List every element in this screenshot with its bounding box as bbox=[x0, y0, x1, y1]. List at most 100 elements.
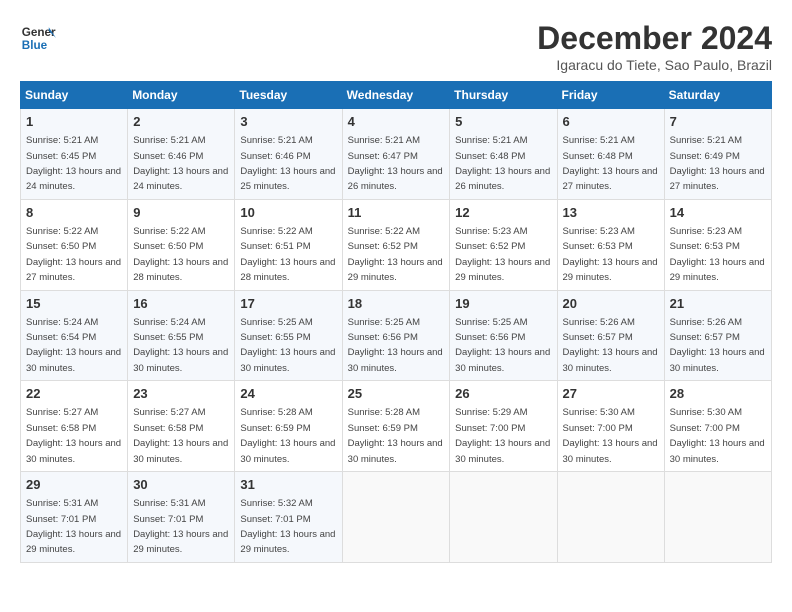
day-number: 14 bbox=[670, 204, 766, 222]
day-number: 7 bbox=[670, 113, 766, 131]
day-number: 31 bbox=[240, 476, 336, 494]
day-info: Sunrise: 5:30 AMSunset: 7:00 PMDaylight:… bbox=[670, 407, 765, 464]
day-info: Sunrise: 5:31 AMSunset: 7:01 PMDaylight:… bbox=[26, 498, 121, 555]
day-number: 1 bbox=[26, 113, 122, 131]
day-cell: 31 Sunrise: 5:32 AMSunset: 7:01 PMDaylig… bbox=[235, 472, 342, 563]
day-info: Sunrise: 5:28 AMSunset: 6:59 PMDaylight:… bbox=[348, 407, 443, 464]
day-cell bbox=[664, 472, 771, 563]
day-number: 4 bbox=[348, 113, 445, 131]
day-number: 18 bbox=[348, 295, 445, 313]
day-cell: 8 Sunrise: 5:22 AMSunset: 6:50 PMDayligh… bbox=[21, 199, 128, 290]
day-info: Sunrise: 5:21 AMSunset: 6:48 PMDaylight:… bbox=[563, 135, 658, 192]
header-monday: Monday bbox=[128, 82, 235, 109]
days-header-row: SundayMondayTuesdayWednesdayThursdayFrid… bbox=[21, 82, 772, 109]
day-number: 6 bbox=[563, 113, 659, 131]
day-info: Sunrise: 5:21 AMSunset: 6:47 PMDaylight:… bbox=[348, 135, 443, 192]
day-number: 5 bbox=[455, 113, 551, 131]
day-cell bbox=[450, 472, 557, 563]
header-thursday: Thursday bbox=[450, 82, 557, 109]
day-number: 17 bbox=[240, 295, 336, 313]
title-area: December 2024 Igaracu do Tiete, Sao Paul… bbox=[537, 20, 772, 73]
day-info: Sunrise: 5:23 AMSunset: 6:52 PMDaylight:… bbox=[455, 226, 550, 283]
day-cell: 3 Sunrise: 5:21 AMSunset: 6:46 PMDayligh… bbox=[235, 109, 342, 200]
day-cell: 26 Sunrise: 5:29 AMSunset: 7:00 PMDaylig… bbox=[450, 381, 557, 472]
day-info: Sunrise: 5:24 AMSunset: 6:54 PMDaylight:… bbox=[26, 317, 121, 374]
day-cell: 9 Sunrise: 5:22 AMSunset: 6:50 PMDayligh… bbox=[128, 199, 235, 290]
day-number: 9 bbox=[133, 204, 229, 222]
day-number: 10 bbox=[240, 204, 336, 222]
day-number: 27 bbox=[563, 385, 659, 403]
day-info: Sunrise: 5:27 AMSunset: 6:58 PMDaylight:… bbox=[133, 407, 228, 464]
day-cell: 15 Sunrise: 5:24 AMSunset: 6:54 PMDaylig… bbox=[21, 290, 128, 381]
day-cell: 25 Sunrise: 5:28 AMSunset: 6:59 PMDaylig… bbox=[342, 381, 450, 472]
day-info: Sunrise: 5:32 AMSunset: 7:01 PMDaylight:… bbox=[240, 498, 335, 555]
day-cell: 4 Sunrise: 5:21 AMSunset: 6:47 PMDayligh… bbox=[342, 109, 450, 200]
day-number: 3 bbox=[240, 113, 336, 131]
day-cell bbox=[342, 472, 450, 563]
day-info: Sunrise: 5:22 AMSunset: 6:52 PMDaylight:… bbox=[348, 226, 443, 283]
day-cell: 2 Sunrise: 5:21 AMSunset: 6:46 PMDayligh… bbox=[128, 109, 235, 200]
day-number: 19 bbox=[455, 295, 551, 313]
day-cell: 12 Sunrise: 5:23 AMSunset: 6:52 PMDaylig… bbox=[450, 199, 557, 290]
day-number: 20 bbox=[563, 295, 659, 313]
day-info: Sunrise: 5:23 AMSunset: 6:53 PMDaylight:… bbox=[670, 226, 765, 283]
day-cell: 20 Sunrise: 5:26 AMSunset: 6:57 PMDaylig… bbox=[557, 290, 664, 381]
day-info: Sunrise: 5:30 AMSunset: 7:00 PMDaylight:… bbox=[563, 407, 658, 464]
header-saturday: Saturday bbox=[664, 82, 771, 109]
day-info: Sunrise: 5:26 AMSunset: 6:57 PMDaylight:… bbox=[563, 317, 658, 374]
day-number: 24 bbox=[240, 385, 336, 403]
page-header: General Blue December 2024 Igaracu do Ti… bbox=[20, 20, 772, 73]
day-cell: 18 Sunrise: 5:25 AMSunset: 6:56 PMDaylig… bbox=[342, 290, 450, 381]
logo-icon: General Blue bbox=[20, 20, 56, 56]
day-cell: 7 Sunrise: 5:21 AMSunset: 6:49 PMDayligh… bbox=[664, 109, 771, 200]
day-info: Sunrise: 5:22 AMSunset: 6:50 PMDaylight:… bbox=[133, 226, 228, 283]
day-cell: 22 Sunrise: 5:27 AMSunset: 6:58 PMDaylig… bbox=[21, 381, 128, 472]
svg-text:Blue: Blue bbox=[22, 39, 48, 52]
day-info: Sunrise: 5:25 AMSunset: 6:55 PMDaylight:… bbox=[240, 317, 335, 374]
week-row-3: 15 Sunrise: 5:24 AMSunset: 6:54 PMDaylig… bbox=[21, 290, 772, 381]
day-cell bbox=[557, 472, 664, 563]
day-cell: 29 Sunrise: 5:31 AMSunset: 7:01 PMDaylig… bbox=[21, 472, 128, 563]
header-tuesday: Tuesday bbox=[235, 82, 342, 109]
day-cell: 28 Sunrise: 5:30 AMSunset: 7:00 PMDaylig… bbox=[664, 381, 771, 472]
week-row-4: 22 Sunrise: 5:27 AMSunset: 6:58 PMDaylig… bbox=[21, 381, 772, 472]
day-info: Sunrise: 5:29 AMSunset: 7:00 PMDaylight:… bbox=[455, 407, 550, 464]
day-number: 23 bbox=[133, 385, 229, 403]
day-cell: 1 Sunrise: 5:21 AMSunset: 6:45 PMDayligh… bbox=[21, 109, 128, 200]
day-info: Sunrise: 5:22 AMSunset: 6:51 PMDaylight:… bbox=[240, 226, 335, 283]
day-info: Sunrise: 5:21 AMSunset: 6:46 PMDaylight:… bbox=[240, 135, 335, 192]
header-wednesday: Wednesday bbox=[342, 82, 450, 109]
day-cell: 23 Sunrise: 5:27 AMSunset: 6:58 PMDaylig… bbox=[128, 381, 235, 472]
day-number: 11 bbox=[348, 204, 445, 222]
day-cell: 6 Sunrise: 5:21 AMSunset: 6:48 PMDayligh… bbox=[557, 109, 664, 200]
day-cell: 5 Sunrise: 5:21 AMSunset: 6:48 PMDayligh… bbox=[450, 109, 557, 200]
day-number: 28 bbox=[670, 385, 766, 403]
day-cell: 16 Sunrise: 5:24 AMSunset: 6:55 PMDaylig… bbox=[128, 290, 235, 381]
day-info: Sunrise: 5:25 AMSunset: 6:56 PMDaylight:… bbox=[348, 317, 443, 374]
day-number: 30 bbox=[133, 476, 229, 494]
day-info: Sunrise: 5:21 AMSunset: 6:48 PMDaylight:… bbox=[455, 135, 550, 192]
day-cell: 11 Sunrise: 5:22 AMSunset: 6:52 PMDaylig… bbox=[342, 199, 450, 290]
day-number: 22 bbox=[26, 385, 122, 403]
day-number: 25 bbox=[348, 385, 445, 403]
day-cell: 17 Sunrise: 5:25 AMSunset: 6:55 PMDaylig… bbox=[235, 290, 342, 381]
day-info: Sunrise: 5:22 AMSunset: 6:50 PMDaylight:… bbox=[26, 226, 121, 283]
day-info: Sunrise: 5:21 AMSunset: 6:45 PMDaylight:… bbox=[26, 135, 121, 192]
day-info: Sunrise: 5:24 AMSunset: 6:55 PMDaylight:… bbox=[133, 317, 228, 374]
day-info: Sunrise: 5:23 AMSunset: 6:53 PMDaylight:… bbox=[563, 226, 658, 283]
day-cell: 21 Sunrise: 5:26 AMSunset: 6:57 PMDaylig… bbox=[664, 290, 771, 381]
day-number: 8 bbox=[26, 204, 122, 222]
day-cell: 30 Sunrise: 5:31 AMSunset: 7:01 PMDaylig… bbox=[128, 472, 235, 563]
day-number: 21 bbox=[670, 295, 766, 313]
day-cell: 19 Sunrise: 5:25 AMSunset: 6:56 PMDaylig… bbox=[450, 290, 557, 381]
day-cell: 13 Sunrise: 5:23 AMSunset: 6:53 PMDaylig… bbox=[557, 199, 664, 290]
week-row-5: 29 Sunrise: 5:31 AMSunset: 7:01 PMDaylig… bbox=[21, 472, 772, 563]
logo: General Blue bbox=[20, 20, 56, 56]
day-info: Sunrise: 5:28 AMSunset: 6:59 PMDaylight:… bbox=[240, 407, 335, 464]
calendar-table: SundayMondayTuesdayWednesdayThursdayFrid… bbox=[20, 81, 772, 563]
day-number: 29 bbox=[26, 476, 122, 494]
month-title: December 2024 bbox=[537, 20, 772, 57]
day-cell: 27 Sunrise: 5:30 AMSunset: 7:00 PMDaylig… bbox=[557, 381, 664, 472]
day-number: 16 bbox=[133, 295, 229, 313]
day-info: Sunrise: 5:21 AMSunset: 6:49 PMDaylight:… bbox=[670, 135, 765, 192]
